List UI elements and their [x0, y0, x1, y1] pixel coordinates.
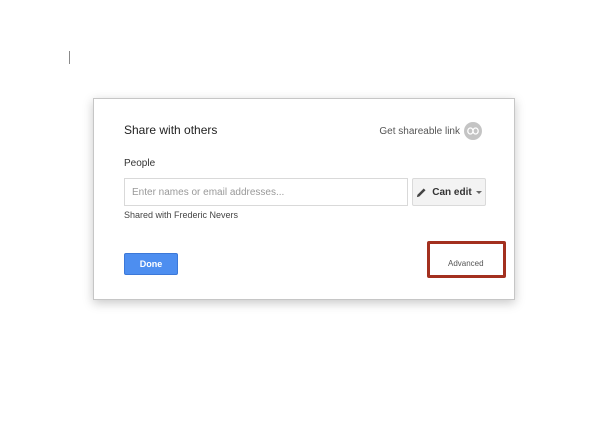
get-shareable-link[interactable]: Get shareable link [379, 122, 482, 140]
people-input[interactable] [124, 178, 408, 206]
text-cursor [69, 51, 70, 64]
page: Share with others Get shareable link Peo… [0, 0, 592, 444]
done-button[interactable]: Done [124, 253, 178, 275]
people-label: People [124, 158, 156, 169]
permission-dropdown[interactable]: Can edit [412, 178, 486, 206]
advanced-highlight-box [427, 241, 506, 278]
permission-label: Can edit [432, 186, 472, 198]
dialog-title: Share with others [124, 123, 218, 137]
get-shareable-link-label: Get shareable link [379, 125, 460, 137]
chevron-down-icon [475, 190, 482, 194]
link-icon[interactable] [464, 122, 482, 140]
pencil-icon [417, 187, 426, 197]
shared-with-text: Shared with Frederic Nevers [124, 210, 239, 220]
